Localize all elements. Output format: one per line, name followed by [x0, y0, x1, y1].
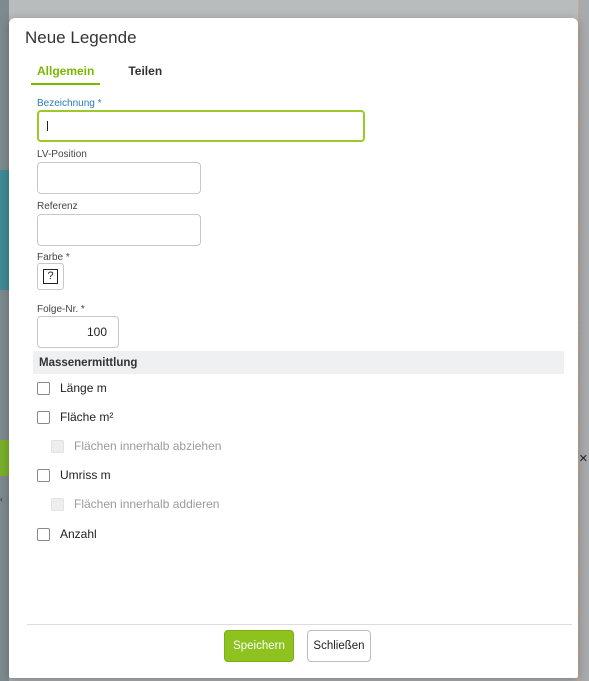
umriss-label: Umriss m: [60, 468, 111, 482]
footer-divider: [27, 624, 572, 625]
anzahl-checkbox[interactable]: [37, 527, 50, 541]
referenz-input[interactable]: [37, 214, 201, 246]
tab-bar: Allgemein Teilen: [31, 64, 162, 85]
option-flaechen-addieren: Flächen innerhalb addieren: [51, 497, 219, 511]
laenge-checkbox[interactable]: [37, 381, 50, 395]
close-button[interactable]: Schließen: [307, 630, 371, 662]
close-icon[interactable]: ✕: [579, 452, 588, 465]
option-flaechen-abziehen: Flächen innerhalb abziehen: [51, 439, 221, 453]
flaechen-addieren-checkbox: [51, 497, 64, 511]
lv-position-label: LV-Position: [37, 149, 87, 160]
flaechen-abziehen-label: Flächen innerhalb abziehen: [74, 439, 222, 453]
lv-position-input[interactable]: [37, 162, 201, 194]
anzahl-label: Anzahl: [60, 527, 97, 541]
tab-allgemein[interactable]: Allgemein: [31, 64, 101, 85]
option-flaeche[interactable]: Fläche m²: [37, 410, 113, 424]
farbe-label: Farbe *: [37, 252, 70, 263]
save-button[interactable]: Speichern: [224, 630, 294, 662]
folge-nr-label: Folge-Nr. *: [37, 304, 85, 315]
bezeichnung-label: Bezeichnung *: [37, 98, 102, 109]
map-toolbar-button[interactable]: [0, 440, 9, 476]
massenermittlung-heading: Massenermittlung: [33, 351, 564, 374]
map-left-edge: [0, 0, 9, 681]
text-caret: [47, 121, 48, 131]
question-mark-icon: ?: [43, 269, 58, 284]
option-anzahl[interactable]: Anzahl: [37, 527, 97, 541]
flaeche-checkbox[interactable]: [37, 410, 50, 424]
chevron-icon[interactable]: ‹: [0, 494, 9, 504]
tab-teilen[interactable]: Teilen: [128, 64, 162, 85]
umriss-checkbox[interactable]: [37, 468, 50, 482]
map-area-teal: [0, 170, 9, 290]
flaeche-label: Fläche m²: [60, 410, 114, 424]
map-right-edge: [578, 0, 589, 681]
bezeichnung-input[interactable]: [37, 110, 365, 142]
flaechen-addieren-label: Flächen innerhalb addieren: [74, 497, 220, 511]
dialog-title: Neue Legende: [25, 28, 137, 47]
laenge-label: Länge m: [60, 381, 107, 395]
option-laenge[interactable]: Länge m: [37, 381, 107, 395]
referenz-label: Referenz: [37, 201, 78, 212]
legend-dialog: Neue Legende Allgemein Teilen Bezeichnun…: [9, 18, 578, 678]
color-picker-button[interactable]: ?: [37, 263, 64, 290]
flaechen-abziehen-checkbox: [51, 439, 64, 453]
folge-nr-input[interactable]: 100: [37, 316, 119, 348]
option-umriss[interactable]: Umriss m: [37, 468, 111, 482]
